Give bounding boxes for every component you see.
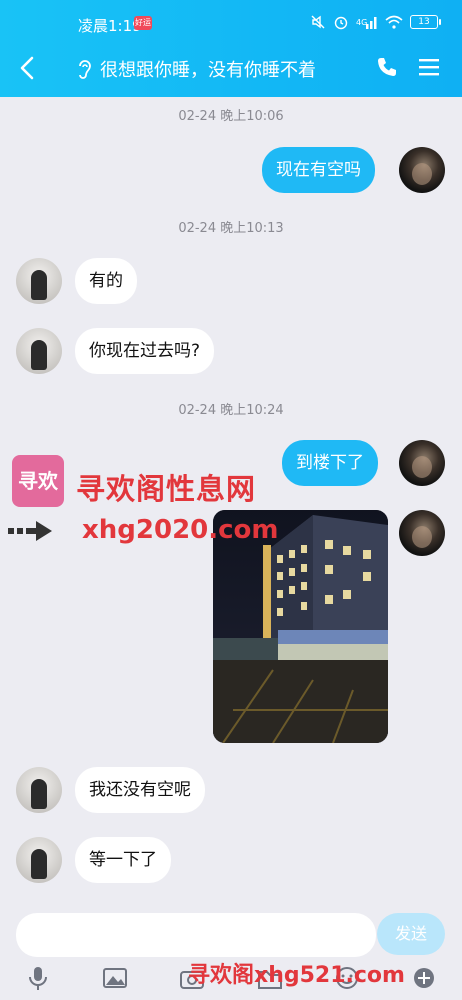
watermark-site-name: 寻欢阁性息网 xyxy=(76,472,257,506)
message-bubble-incoming[interactable]: 等一下了 xyxy=(75,837,171,883)
wifi-icon xyxy=(385,15,403,29)
message-bubble-outgoing[interactable]: 现在有空吗 xyxy=(262,147,375,193)
watermark-logo-text: 寻欢 xyxy=(18,469,58,493)
battery-indicator: 13 xyxy=(410,15,441,29)
watermark-url: xhg2020.com xyxy=(82,515,279,545)
timestamp: 02-24 晚上10:13 xyxy=(178,221,284,236)
plus-icon[interactable] xyxy=(410,964,438,992)
contact-avatar[interactable] xyxy=(16,328,62,374)
contact-avatar[interactable] xyxy=(16,767,62,813)
signal-icon: 4G xyxy=(356,17,377,29)
message-bubble-outgoing[interactable]: 到楼下了 xyxy=(282,440,378,486)
svg-text:4G: 4G xyxy=(356,18,367,27)
status-bar: 凌晨1:19 好运 4G 13 xyxy=(0,0,462,44)
message-bubble-incoming[interactable]: 有的 xyxy=(75,258,137,304)
timestamp: 02-24 晚上10:06 xyxy=(178,109,284,124)
send-button[interactable]: 发送 xyxy=(377,913,445,955)
my-avatar[interactable] xyxy=(399,440,445,486)
timestamp: 02-24 晚上10:24 xyxy=(178,403,284,418)
alarm-icon xyxy=(334,16,348,30)
contact-avatar[interactable] xyxy=(16,837,62,883)
status-app-badge: 好运 xyxy=(134,16,152,30)
image-icon[interactable] xyxy=(101,964,129,992)
status-time: 凌晨1:19 xyxy=(78,17,142,35)
watermark-logo: 寻欢 xyxy=(12,455,64,507)
message-bubble-incoming[interactable]: 你现在过去吗? xyxy=(75,328,215,374)
phone-call-icon[interactable] xyxy=(376,56,398,78)
watermark-arrow-icon xyxy=(8,521,52,541)
earpiece-mode-icon[interactable] xyxy=(76,58,94,80)
back-arrow-icon[interactable] xyxy=(14,54,42,82)
microphone-icon[interactable] xyxy=(24,964,52,992)
contact-avatar[interactable] xyxy=(16,258,62,304)
message-bubble-incoming[interactable]: 我还没有空呢 xyxy=(75,767,205,813)
watermark-bottom: 寻欢阁xhg521.com xyxy=(188,963,405,988)
chat-header: 凌晨1:19 好运 4G 13 很想跟你睡，没有你睡不着 xyxy=(0,0,462,97)
message-input[interactable] xyxy=(16,913,376,957)
my-avatar[interactable] xyxy=(399,147,445,193)
chat-title: 很想跟你睡，没有你睡不着 xyxy=(100,60,316,81)
my-avatar[interactable] xyxy=(399,510,445,556)
menu-icon[interactable] xyxy=(418,57,440,77)
status-icons: 4G 13 xyxy=(310,14,441,30)
nav-bar: 很想跟你睡，没有你睡不着 xyxy=(0,48,462,88)
mute-icon xyxy=(311,15,325,29)
